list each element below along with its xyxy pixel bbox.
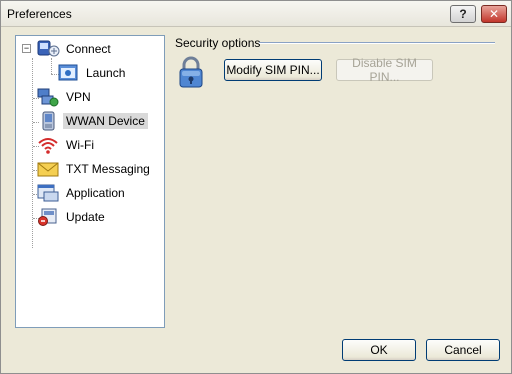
collapse-toggle[interactable]: − bbox=[22, 44, 31, 53]
wifi-icon bbox=[36, 135, 60, 155]
cancel-button[interactable]: Cancel bbox=[426, 339, 500, 361]
close-button[interactable]: ✕ bbox=[481, 5, 507, 23]
tree-item-label: WWAN Device bbox=[63, 113, 148, 129]
window-title: Preferences bbox=[7, 7, 72, 21]
tree-item-label: Connect bbox=[66, 42, 111, 56]
tree-item-label: Launch bbox=[86, 66, 126, 80]
envelope-icon bbox=[36, 159, 60, 179]
modify-sim-pin-button[interactable]: Modify SIM PIN... bbox=[224, 59, 322, 81]
tree-item-application[interactable]: Application bbox=[36, 183, 128, 203]
title-bar[interactable]: Preferences ? ✕ bbox=[1, 1, 511, 27]
help-button[interactable]: ? bbox=[450, 5, 476, 23]
tree-connector bbox=[51, 58, 52, 74]
tree-item-connect[interactable]: Connect bbox=[36, 39, 114, 59]
tree-item-label: TXT Messaging bbox=[66, 162, 150, 176]
tree-item-wwan-device[interactable]: WWAN Device bbox=[36, 111, 148, 131]
disable-sim-pin-button: Disable SIM PIN... bbox=[336, 56, 433, 84]
tree-connector bbox=[32, 58, 33, 248]
tree-item-txt-messaging[interactable]: TXT Messaging bbox=[36, 159, 153, 179]
tree-item-label: Application bbox=[66, 186, 125, 200]
help-icon: ? bbox=[459, 7, 467, 21]
preferences-tree[interactable]: − Connect Launch VPN WWAN Device Wi-Fi T… bbox=[15, 35, 165, 328]
wwan-device-icon bbox=[36, 111, 60, 131]
tree-item-wifi[interactable]: Wi-Fi bbox=[36, 135, 97, 155]
tree-item-launch[interactable]: Launch bbox=[56, 63, 128, 83]
tree-item-update[interactable]: Update bbox=[36, 207, 108, 227]
lock-icon bbox=[177, 55, 205, 89]
close-icon: ✕ bbox=[488, 7, 500, 21]
preferences-window: Preferences ? ✕ − Connect Launch VPN WWA… bbox=[0, 0, 512, 374]
launch-icon bbox=[56, 63, 80, 83]
tree-item-vpn[interactable]: VPN bbox=[36, 87, 94, 107]
group-divider bbox=[259, 42, 495, 44]
security-options-title: Security options bbox=[175, 36, 261, 50]
application-icon bbox=[36, 183, 60, 203]
tree-item-label: Update bbox=[66, 210, 105, 224]
update-icon bbox=[36, 207, 60, 227]
vpn-icon bbox=[36, 87, 60, 107]
tree-item-label: Wi-Fi bbox=[66, 138, 94, 152]
tree-item-label: VPN bbox=[66, 90, 91, 104]
ok-button[interactable]: OK bbox=[342, 339, 416, 361]
connect-icon bbox=[36, 39, 60, 59]
